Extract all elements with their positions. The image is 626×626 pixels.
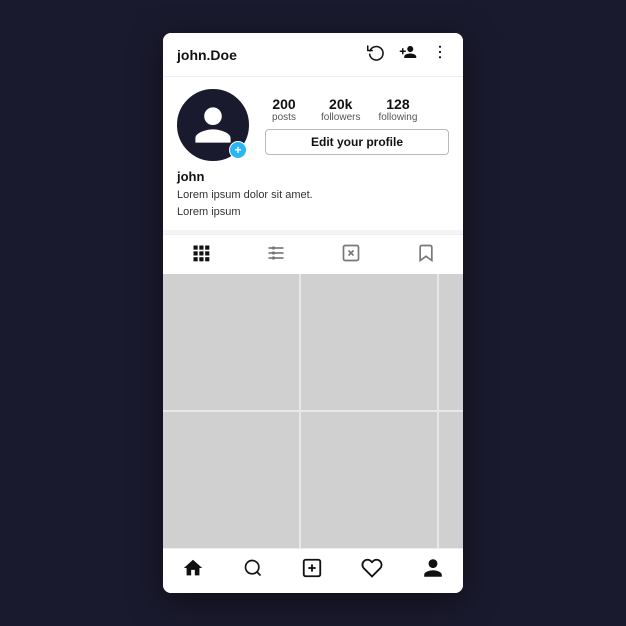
followers-stat: 20k followers	[321, 96, 360, 123]
profile-section: + 200 posts 20k followers 128 following	[163, 77, 463, 230]
top-bar: john.Doe	[163, 33, 463, 77]
phone-frame: john.Doe	[163, 33, 463, 593]
stats-row: 200 posts 20k followers 128 following	[265, 96, 449, 123]
tab-grid[interactable]	[191, 243, 211, 268]
posts-stat: 200 posts	[265, 96, 303, 123]
more-options-icon[interactable]	[431, 43, 449, 66]
profile-row: + 200 posts 20k followers 128 following	[177, 89, 449, 161]
profile-name: john	[177, 169, 449, 184]
grid-cell[interactable]	[163, 274, 299, 410]
history-icon[interactable]	[367, 43, 385, 66]
tabs-row	[163, 234, 463, 274]
tab-tag[interactable]	[341, 243, 361, 268]
nav-search[interactable]	[243, 558, 263, 584]
nav-home[interactable]	[182, 557, 204, 585]
add-person-icon[interactable]	[399, 43, 417, 66]
tab-list[interactable]	[266, 243, 286, 268]
grid-cell[interactable]	[439, 274, 463, 410]
bio-line2: Lorem ipsum	[177, 206, 241, 218]
followers-count: 20k	[329, 96, 352, 112]
username: john.Doe	[177, 47, 237, 63]
followers-label: followers	[321, 112, 360, 123]
nav-profile[interactable]	[422, 557, 444, 585]
grid-cell[interactable]	[163, 412, 299, 548]
bio-line1: Lorem ipsum dolor sit amet.	[177, 189, 313, 201]
grid-cell[interactable]	[301, 274, 437, 410]
following-label: following	[378, 112, 417, 123]
tab-bookmark[interactable]	[416, 243, 436, 268]
top-icons	[367, 43, 449, 66]
profile-bio: Lorem ipsum dolor sit amet. Lorem ipsum	[177, 187, 449, 220]
following-stat: 128 following	[378, 96, 417, 123]
edit-profile-button[interactable]: Edit your profile	[265, 129, 449, 155]
avatar-wrap: +	[177, 89, 249, 161]
following-count: 128	[386, 96, 409, 112]
nav-heart[interactable]	[361, 557, 383, 585]
stats-col: 200 posts 20k followers 128 following Ed…	[265, 96, 449, 155]
bottom-nav	[163, 548, 463, 593]
posts-label: posts	[272, 112, 296, 123]
grid-cell[interactable]	[439, 412, 463, 548]
posts-count: 200	[272, 96, 295, 112]
photo-grid	[163, 274, 463, 548]
nav-add[interactable]	[301, 557, 323, 585]
grid-cell[interactable]	[301, 412, 437, 548]
add-photo-badge[interactable]: +	[229, 141, 247, 159]
